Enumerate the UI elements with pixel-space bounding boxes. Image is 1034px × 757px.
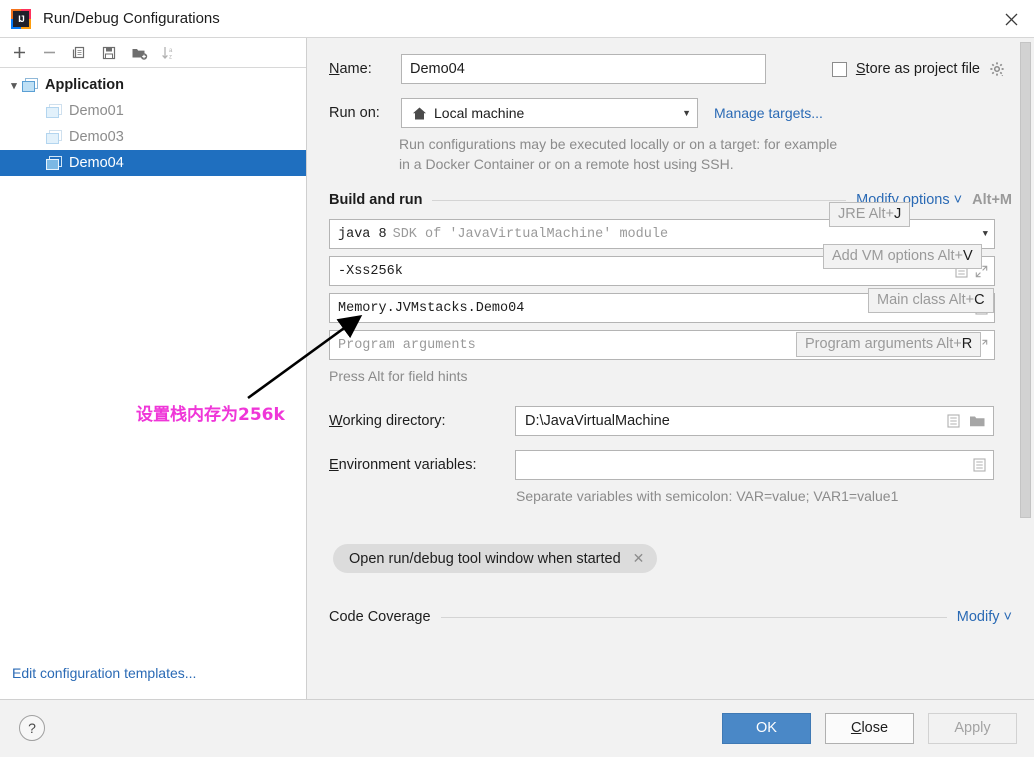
add-configuration-button[interactable] [5, 40, 33, 66]
run-debug-configurations-dialog: IJ Run/Debug Configurations a z ▾ Applic… [0, 0, 1034, 757]
sidebar-toolbar: a z [0, 38, 306, 68]
chevron-down-icon: ˅ [1003, 609, 1012, 625]
home-icon [412, 106, 427, 121]
name-input[interactable] [401, 54, 766, 84]
application-icon [46, 104, 62, 118]
section-divider [432, 199, 847, 201]
folder-add-icon [132, 48, 147, 60]
save-configuration-button[interactable] [95, 40, 123, 66]
store-as-project-file-group: Store as project file [831, 61, 1012, 78]
sidebar-footer: Edit configuration templates... [0, 665, 306, 699]
chevron-down-icon[interactable]: ▼ [983, 229, 988, 239]
close-button[interactable]: Close [825, 712, 914, 744]
working-directory-field[interactable]: D:\JavaVirtualMachine [515, 406, 994, 436]
configuration-form: Name: Store as project file [307, 38, 1034, 699]
intellij-logo-icon: IJ [11, 8, 31, 29]
save-icon [102, 46, 116, 59]
working-directory-value: D:\JavaVirtualMachine [525, 413, 670, 429]
run-on-combobox[interactable]: Local machine ▼ [401, 98, 698, 128]
gear-icon[interactable] [989, 61, 1006, 78]
jre-value-bold: java 8 [338, 226, 387, 242]
run-on-value: Local machine [434, 105, 525, 121]
working-directory-row: Working directory: D:\JavaVirtualMachine [329, 406, 1012, 436]
tree-item-label: Demo01 [69, 103, 124, 119]
logo-text: IJ [13, 10, 29, 27]
plus-icon [13, 47, 25, 58]
apply-button: Apply [928, 712, 1017, 744]
annotation-arrow-icon [247, 314, 363, 400]
ok-button[interactable]: OK [722, 712, 811, 744]
svg-text:a: a [169, 48, 173, 54]
close-window-button[interactable] [988, 0, 1034, 38]
store-as-project-file-label: Store as project file [855, 61, 980, 77]
hint-program-arguments: Program arguments Alt+R [796, 332, 982, 357]
hint-vm-options: Add VM options Alt+V [823, 244, 982, 269]
copy-icon [72, 46, 85, 58]
build-and-run-title: Build and run [329, 192, 423, 208]
working-directory-label: Working directory: [329, 413, 446, 429]
dialog-footer: ? OK Close Apply [0, 699, 1034, 756]
name-row: Name: Store as project file [329, 54, 1012, 84]
dialog-body: a z ▾ Application Demo01 Demo03 Demo04 E… [0, 38, 1034, 699]
svg-text:z: z [169, 54, 172, 60]
tree-group-application[interactable]: ▾ Application [0, 72, 306, 98]
modify-options-shortcut: Alt+M [972, 192, 1012, 208]
help-button[interactable]: ? [19, 715, 45, 741]
code-coverage-modify-link[interactable]: Modify ˅ [957, 609, 1012, 625]
annotation-text: 设置栈内存为256k [136, 405, 285, 425]
title-bar: IJ Run/Debug Configurations [0, 0, 1034, 38]
tree-item-label: Demo03 [69, 129, 124, 145]
run-on-description: Run configurations may be executed local… [399, 136, 838, 172]
run-on-row: Run on: Local machine ▼ Manage targets..… [329, 98, 1012, 128]
tree-item-demo03[interactable]: Demo03 [0, 124, 306, 150]
edit-configuration-templates-link[interactable]: Edit configuration templates... [12, 665, 196, 681]
move-to-folder-button[interactable] [125, 40, 153, 66]
folder-icon[interactable] [969, 414, 986, 428]
manage-targets-link[interactable]: Manage targets... [714, 105, 823, 121]
press-alt-hint: Press Alt for field hints [329, 368, 468, 384]
application-icon [46, 156, 62, 170]
environment-variables-label: Environment variables: [329, 457, 477, 473]
environment-variables-row: Environment variables: [329, 450, 1012, 480]
environment-variables-note: Separate variables with semicolon: VAR=v… [516, 488, 899, 504]
environment-variables-field[interactable] [515, 450, 994, 480]
build-and-run-section: Build and run Modify options ˅ Alt+M jav… [329, 192, 1012, 384]
open-tool-window-chip[interactable]: Open run/debug tool window when started … [333, 544, 658, 573]
vm-options-value: -Xss256k [338, 263, 403, 279]
close-icon [1005, 13, 1017, 25]
chevron-down-icon[interactable]: ▾ [6, 79, 22, 92]
section-divider [440, 616, 947, 618]
jre-value-rest: SDK of 'JavaVirtualMachine' module [392, 226, 669, 242]
application-icon [46, 130, 62, 144]
code-coverage-title: Code Coverage [329, 609, 431, 625]
sort-configurations-button[interactable]: a z [155, 40, 183, 66]
list-icon[interactable] [947, 414, 960, 428]
chevron-down-icon: ˅ [953, 192, 963, 208]
remove-configuration-button[interactable] [35, 40, 63, 66]
hint-jre: JRE Alt+J [829, 202, 911, 227]
tree-group-label: Application [45, 77, 124, 93]
list-icon[interactable] [973, 458, 986, 472]
hint-main-class: Main class Alt+C [868, 288, 994, 313]
application-icon [22, 78, 38, 92]
name-label: Name: [329, 61, 372, 77]
name-label-rest: ame: [339, 61, 372, 77]
copy-configuration-button[interactable] [65, 40, 93, 66]
run-on-label: Run on: [329, 105, 380, 121]
tree-item-demo01[interactable]: Demo01 [0, 98, 306, 124]
code-coverage-section: Code Coverage Modify ˅ [329, 609, 1012, 625]
chip-label: Open run/debug tool window when started [349, 550, 621, 567]
store-as-project-file-checkbox[interactable] [831, 61, 847, 77]
minus-icon [43, 51, 55, 54]
chip-close-icon[interactable]: ✕ [633, 550, 645, 567]
chevron-down-icon[interactable]: ▼ [682, 108, 691, 118]
window-title: Run/Debug Configurations [43, 10, 220, 27]
tree-item-label: Demo04 [69, 155, 124, 171]
sort-az-icon: a z [162, 46, 173, 60]
tree-item-demo04[interactable]: Demo04 [0, 150, 306, 176]
